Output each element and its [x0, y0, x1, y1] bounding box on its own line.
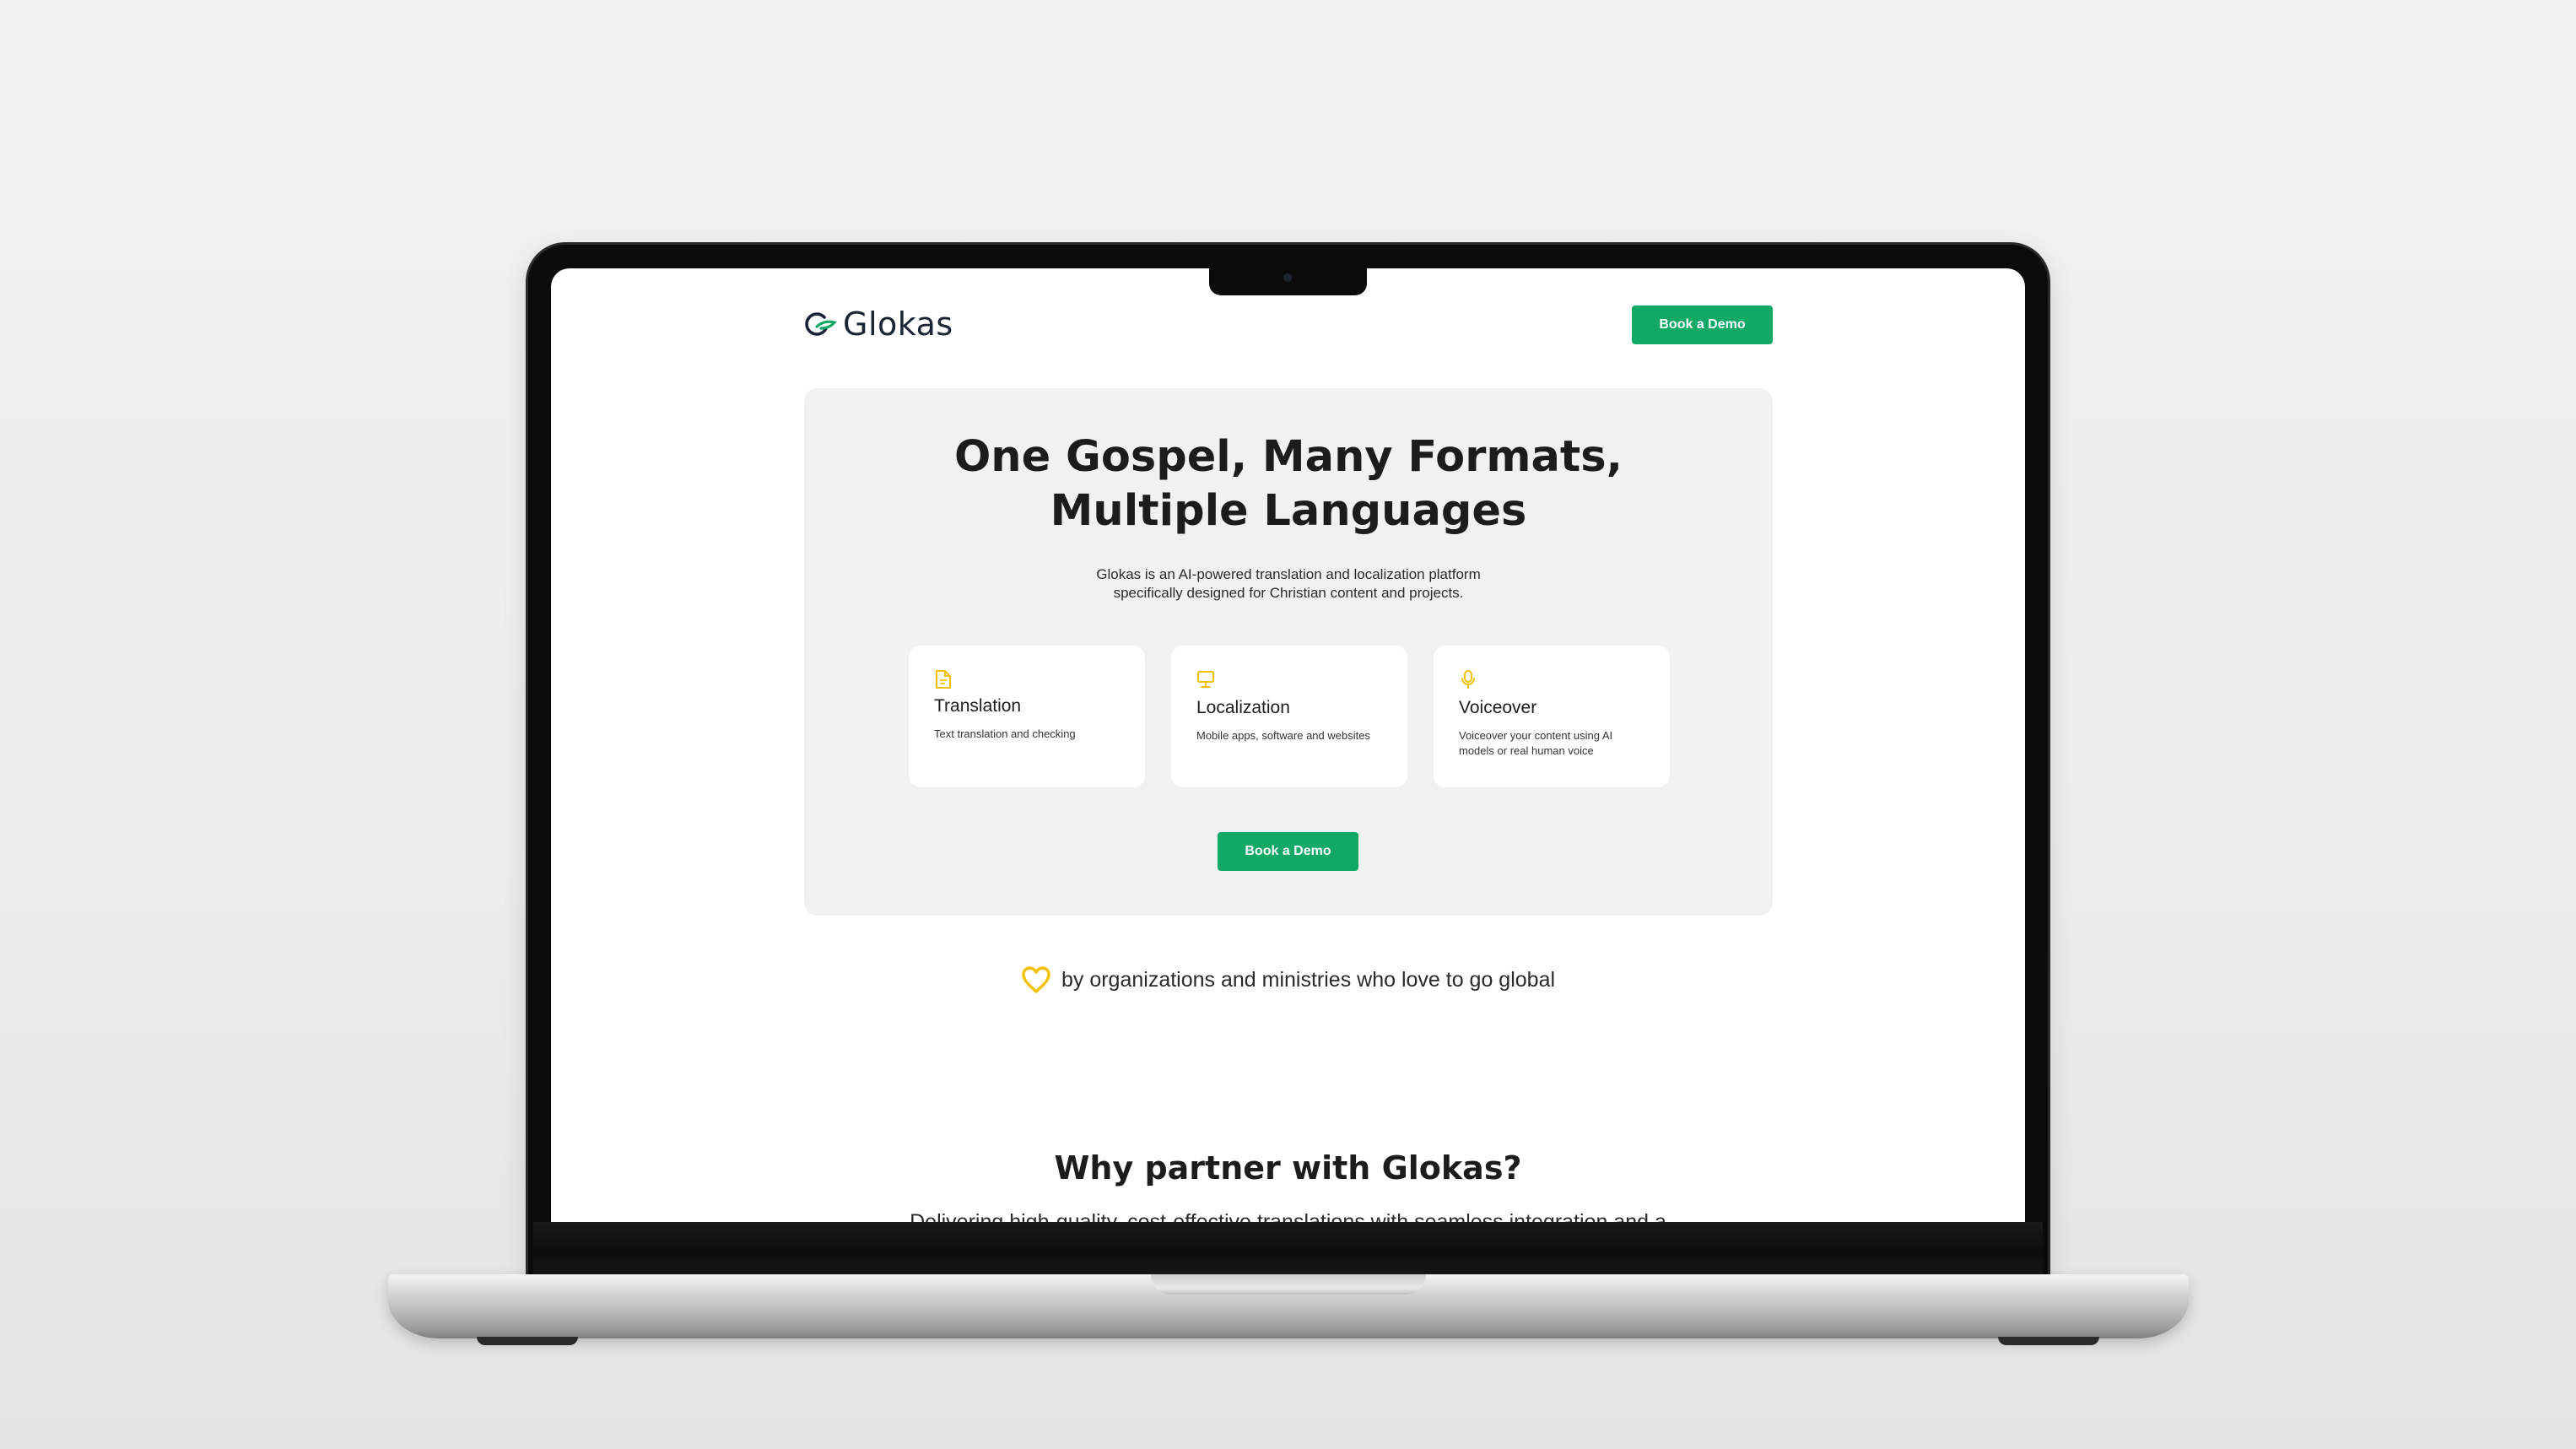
document-icon — [936, 670, 951, 689]
service-card-desc: Voiceover your content using AI models o… — [1459, 729, 1613, 757]
why-title: Why partner with Glokas? — [1054, 1149, 1522, 1187]
top-nav: Glokas Book a Demo — [804, 304, 1773, 346]
service-card-title: Translation — [934, 696, 1022, 716]
hero-title-line-1: One Gospel, Many Formats, — [953, 432, 1623, 482]
trust-text: by organizations and ministries who love… — [1061, 967, 1556, 992]
brand-name: Glokas — [843, 305, 953, 343]
service-card-title: Voiceover — [1459, 698, 1537, 717]
heart-icon — [1022, 966, 1050, 993]
service-card-title: Localization — [1196, 698, 1290, 717]
hero-section: One Gospel, Many Formats, Multiple Langu… — [804, 388, 1773, 916]
service-card-desc: Text translation and checking — [934, 727, 1076, 740]
mockup-stage: Glokas Book a Demo One Gospel, Many Form… — [0, 0, 2576, 1449]
hero-subtitle-line-2: specifically designed for Christian cont… — [1113, 585, 1464, 601]
brand-logo[interactable]: Glokas — [804, 305, 953, 343]
laptop-opening-lip — [1151, 1274, 1426, 1295]
microphone-icon — [1461, 670, 1475, 689]
nav-book-demo-button[interactable]: Book a Demo — [1632, 305, 1773, 344]
trust-line: by organizations and ministries who love… — [551, 965, 2025, 994]
service-card-localization[interactable]: Localization Mobile apps, software and w… — [1171, 646, 1407, 787]
laptop-foot-right — [1998, 1337, 2099, 1345]
why-subtitle: Delivering high-quality, cost-effective … — [910, 1210, 1666, 1222]
service-cards: Translation Text translation and checkin… — [909, 646, 1670, 787]
service-card-voiceover[interactable]: Voiceover Voiceover your content using A… — [1434, 646, 1670, 787]
laptop-foot-left — [477, 1337, 578, 1345]
laptop-screen: Glokas Book a Demo One Gospel, Many Form… — [551, 268, 2025, 1222]
hero-subtitle-line-1: Glokas is an AI-powered translation and … — [1096, 566, 1481, 582]
laptop-lid-bezel-bottom — [533, 1222, 2043, 1274]
hero-book-demo-button[interactable]: Book a Demo — [1218, 832, 1358, 871]
camera-icon — [1283, 273, 1292, 282]
hero-title: One Gospel, Many Formats, Multiple Langu… — [804, 430, 1773, 538]
hero-subtitle: Glokas is an AI-powered translation and … — [1035, 565, 1542, 603]
service-card-desc: Mobile apps, software and websites — [1196, 729, 1370, 742]
service-card-translation[interactable]: Translation Text translation and checkin… — [909, 646, 1145, 787]
screen-notch — [1209, 267, 1367, 295]
monitor-icon — [1197, 671, 1214, 688]
hero-title-line-2: Multiple Languages — [1050, 486, 1527, 536]
glokas-logo-icon — [805, 312, 837, 336]
